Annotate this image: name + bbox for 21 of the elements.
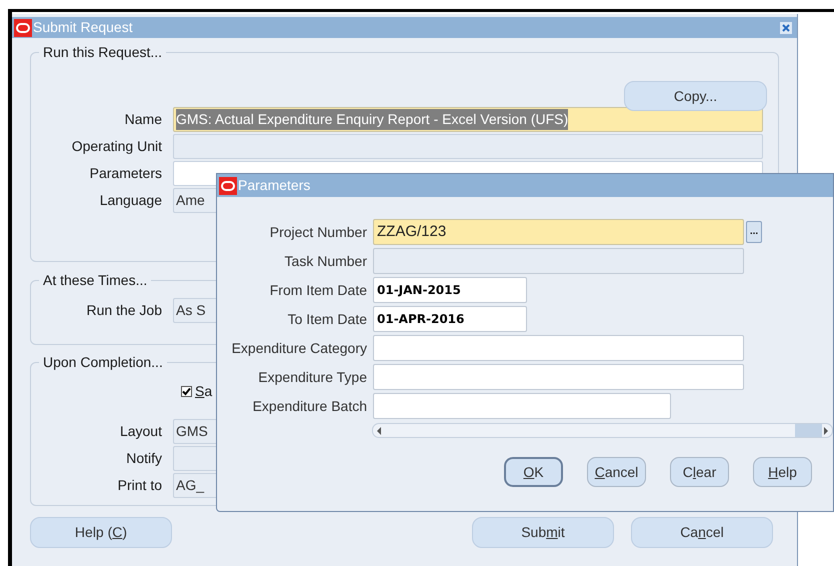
field-label: Expenditure Batch	[252, 396, 368, 416]
group-legend: Upon Completion...	[39, 352, 167, 373]
field-label: From Item Date	[268, 280, 368, 300]
field-label: Operating Unit	[70, 137, 163, 156]
field-label: Project Number	[268, 222, 368, 242]
window-title: Parameters	[238, 176, 310, 195]
field-label: Print to	[116, 476, 163, 495]
checkbox-label: Sa	[195, 382, 212, 401]
field-label: Name	[124, 110, 163, 129]
field-label: Layout	[118, 422, 163, 441]
field-label: Language	[98, 191, 163, 210]
field-label: Run the Job	[86, 301, 163, 320]
field-label: Expenditure Type	[257, 368, 368, 387]
group-legend: At these Times...	[39, 270, 152, 291]
field-label: Parameters	[88, 164, 163, 183]
field-label: Notify	[125, 449, 163, 468]
group-legend: Run this Request...	[39, 42, 166, 63]
field-label: Task Number	[284, 252, 368, 270]
field-label: Expenditure Category	[230, 338, 368, 358]
window-title: Submit Request	[33, 18, 133, 37]
field-label: To Item Date	[286, 310, 368, 328]
